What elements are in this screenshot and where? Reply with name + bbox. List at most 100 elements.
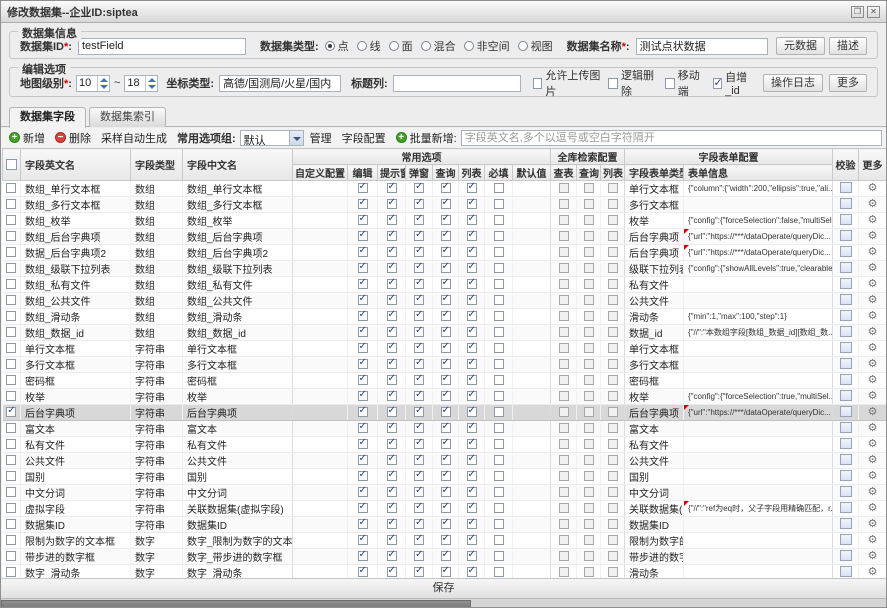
check-popup-cell[interactable]	[406, 453, 433, 469]
check-required-cell[interactable]	[485, 213, 513, 229]
cell-custom-config[interactable]	[293, 357, 348, 373]
cell-form-info[interactable]: {"min":1,"max":100,"step":1}	[684, 309, 833, 325]
more-options-button[interactable]: 更多	[829, 74, 867, 92]
check-hint-cell[interactable]	[378, 533, 406, 549]
cell-custom-config[interactable]	[293, 197, 348, 213]
check-search-query-checkbox[interactable]	[584, 535, 594, 545]
check-edit-checkbox[interactable]	[358, 295, 368, 305]
check-search-query-checkbox[interactable]	[584, 311, 594, 321]
cell-en-name[interactable]: 中文分词	[21, 485, 131, 501]
check-edit-checkbox[interactable]	[358, 263, 368, 273]
cell-form-type[interactable]: 限制为数字的...	[625, 533, 684, 549]
operation-log-button[interactable]: 操作日志	[763, 74, 823, 92]
cell-form-info[interactable]	[684, 565, 833, 579]
cell-form-info[interactable]: {"url":"https://***/dataOperate/queryDic…	[684, 229, 833, 245]
cell-field-type[interactable]: 数组	[131, 261, 183, 277]
check-hint-checkbox[interactable]	[387, 535, 397, 545]
check-list-cell[interactable]	[459, 245, 485, 261]
check-required-checkbox[interactable]	[494, 439, 504, 449]
cell-validate[interactable]	[833, 325, 859, 341]
check-search-table-checkbox[interactable]	[559, 519, 569, 529]
check-search-table-cell[interactable]	[551, 421, 577, 437]
cell-custom-config[interactable]	[293, 325, 348, 341]
check-search-table-cell[interactable]	[551, 453, 577, 469]
cell-form-info[interactable]	[684, 197, 833, 213]
check-required-cell[interactable]	[485, 357, 513, 373]
check-search-query-cell[interactable]	[577, 469, 601, 485]
check-edit-cell[interactable]	[348, 501, 378, 517]
check-search-table-checkbox[interactable]	[559, 487, 569, 497]
check-edit-cell[interactable]	[348, 517, 378, 533]
check-required-cell[interactable]	[485, 389, 513, 405]
check-required-checkbox[interactable]	[494, 551, 504, 561]
check-required-checkbox[interactable]	[494, 375, 504, 385]
cell-validate[interactable]	[833, 533, 859, 549]
check-edit-checkbox[interactable]	[358, 359, 368, 369]
check-popup-cell[interactable]	[406, 533, 433, 549]
radio-icon[interactable]	[325, 41, 335, 51]
check-list-cell[interactable]	[459, 437, 485, 453]
check-hint-checkbox[interactable]	[387, 215, 397, 225]
col-header-hint[interactable]: 提示窗	[378, 165, 406, 181]
col-header-search-list[interactable]: 列表	[601, 165, 625, 181]
cell-field-type[interactable]: 字符串	[131, 357, 183, 373]
check-list-checkbox[interactable]	[467, 263, 477, 273]
check-search-list-checkbox[interactable]	[608, 183, 618, 193]
check-search-table-cell[interactable]	[551, 197, 577, 213]
check-required-cell[interactable]	[485, 565, 513, 579]
validate-button[interactable]	[840, 358, 852, 369]
row-more-gear-icon[interactable]: ⚙	[868, 422, 878, 434]
check-edit-checkbox[interactable]	[358, 519, 368, 529]
row-select-cell[interactable]	[3, 245, 21, 261]
check-search-query-cell[interactable]	[577, 245, 601, 261]
check-popup-checkbox[interactable]	[414, 503, 424, 513]
check-popup-checkbox[interactable]	[414, 535, 424, 545]
cell-more[interactable]: ⚙	[859, 261, 886, 277]
cell-en-name[interactable]: 数据_后台字典项2	[21, 245, 131, 261]
cell-custom-config[interactable]	[293, 341, 348, 357]
row-select-checkbox[interactable]	[6, 327, 16, 337]
cell-cn-name[interactable]: 数组_枚举	[183, 213, 293, 229]
check-search-query-cell[interactable]	[577, 341, 601, 357]
check-search-query-cell[interactable]	[577, 421, 601, 437]
field-row[interactable]: 数组_数据_id数组数组_数据_id数据_id{"//":"本数组字段[数组_数…	[3, 325, 887, 341]
check-search-table-cell[interactable]	[551, 565, 577, 579]
check-query-checkbox[interactable]	[441, 247, 451, 257]
check-hint-cell[interactable]	[378, 373, 406, 389]
cell-field-type[interactable]: 数组	[131, 213, 183, 229]
check-list-cell[interactable]	[459, 533, 485, 549]
check-search-table-cell[interactable]	[551, 325, 577, 341]
validate-button[interactable]	[840, 422, 852, 433]
check-search-list-checkbox[interactable]	[608, 279, 618, 289]
check-query-cell[interactable]	[433, 245, 459, 261]
add-field-button[interactable]: +新增	[9, 130, 45, 146]
check-popup-checkbox[interactable]	[414, 183, 424, 193]
cell-form-type[interactable]: 关联数据集(虚...	[625, 501, 684, 517]
check-query-cell[interactable]	[433, 309, 459, 325]
validate-button[interactable]	[840, 550, 852, 561]
check-edit-cell[interactable]	[348, 293, 378, 309]
check-search-list-cell[interactable]	[601, 453, 625, 469]
radio-icon[interactable]	[464, 41, 474, 51]
check-required-checkbox[interactable]	[494, 519, 504, 529]
cell-validate[interactable]	[833, 437, 859, 453]
col-header-form-type[interactable]: 字段表单类型	[625, 165, 684, 181]
check-search-query-cell[interactable]	[577, 405, 601, 421]
check-popup-checkbox[interactable]	[414, 215, 424, 225]
cell-field-type[interactable]: 字符串	[131, 485, 183, 501]
check-popup-checkbox[interactable]	[414, 375, 424, 385]
check-hint-checkbox[interactable]	[387, 279, 397, 289]
cell-en-name[interactable]: 数组_后台字典项	[21, 229, 131, 245]
check-search-table-checkbox[interactable]	[559, 199, 569, 209]
check-edit-checkbox[interactable]	[358, 199, 368, 209]
row-select-checkbox[interactable]	[6, 263, 16, 273]
check-hint-checkbox[interactable]	[387, 439, 397, 449]
cell-default-value[interactable]	[513, 517, 551, 533]
validate-button[interactable]	[840, 214, 852, 225]
check-search-list-cell[interactable]	[601, 469, 625, 485]
row-more-gear-icon[interactable]: ⚙	[868, 374, 878, 386]
row-select-cell[interactable]	[3, 309, 21, 325]
check-hint-checkbox[interactable]	[387, 471, 397, 481]
cell-default-value[interactable]	[513, 293, 551, 309]
col-header-search-query[interactable]: 查询	[577, 165, 601, 181]
